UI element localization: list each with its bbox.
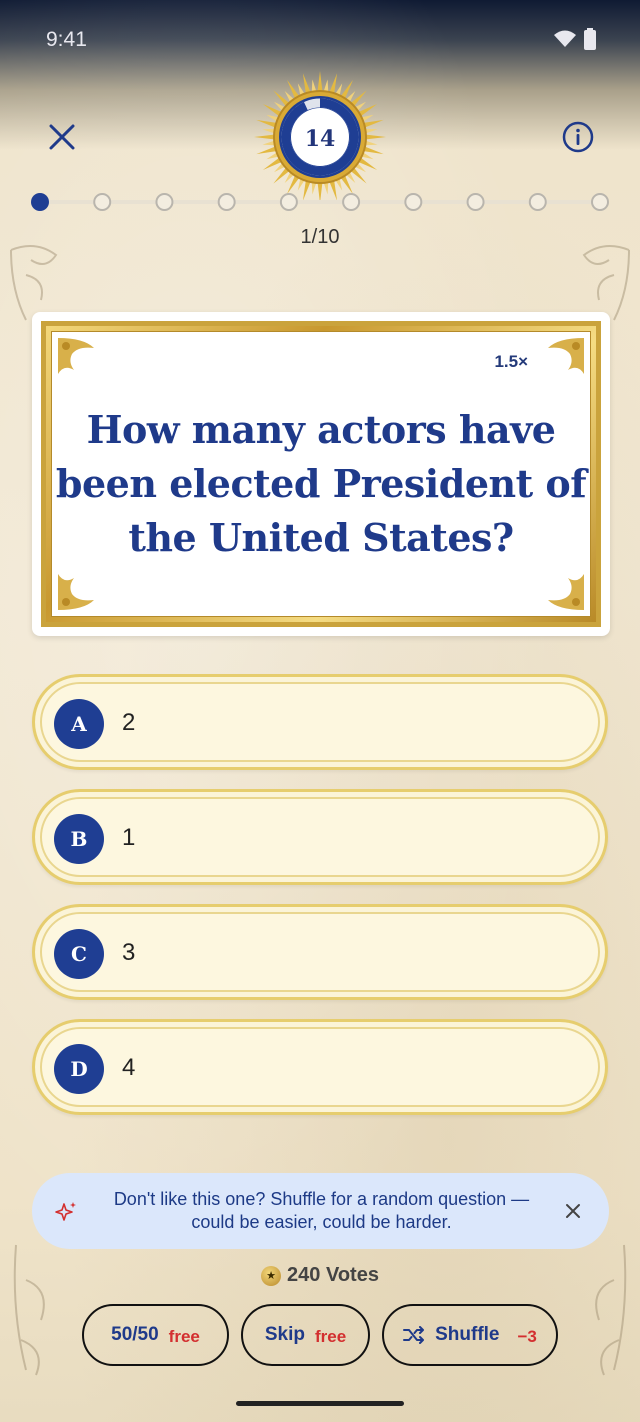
timer-value: 14 bbox=[304, 126, 336, 152]
action-label: Shuffle bbox=[435, 1324, 500, 1345]
answer-text: 2 bbox=[122, 709, 136, 736]
answer-text: 4 bbox=[122, 1054, 136, 1081]
answer-option-b[interactable]: B 1 bbox=[32, 789, 608, 885]
answer-option-a[interactable]: A 2 bbox=[32, 674, 608, 770]
battery-icon bbox=[584, 28, 596, 50]
info-icon bbox=[562, 121, 594, 153]
progress-dot bbox=[31, 193, 49, 211]
action-cost: free bbox=[314, 1327, 347, 1346]
progress-dot bbox=[404, 193, 423, 211]
action-cost: free bbox=[168, 1327, 200, 1346]
skip-button[interactable]: Skip free bbox=[241, 1304, 370, 1366]
progress-dot bbox=[279, 193, 298, 211]
votes-balance: ★ 240 Votes bbox=[0, 1264, 640, 1287]
close-button[interactable] bbox=[37, 112, 87, 162]
answer-option-d[interactable]: D 4 bbox=[32, 1019, 608, 1115]
progress-count: 1/10 bbox=[300, 226, 340, 248]
shuffle-button[interactable]: Shuffle −3 bbox=[382, 1304, 558, 1366]
answer-text: 1 bbox=[122, 824, 136, 851]
status-bar: 9:41 bbox=[0, 0, 640, 80]
question-card: 1.5× How many actors have been elected P… bbox=[32, 312, 610, 636]
info-button[interactable] bbox=[553, 112, 603, 162]
fifty-fifty-button[interactable]: 50/50 free bbox=[82, 1304, 229, 1366]
flourish-bottom-left-icon bbox=[13, 1244, 45, 1376]
close-icon[interactable] bbox=[563, 1201, 583, 1221]
question-timer: 14 bbox=[253, 70, 387, 204]
ornament-top-right-icon bbox=[548, 338, 584, 374]
progress-dot bbox=[93, 193, 112, 211]
progress-dot bbox=[155, 193, 174, 211]
status-time: 9:41 bbox=[46, 28, 87, 51]
flourish-bottom-right-icon bbox=[595, 1244, 627, 1376]
question-progress bbox=[31, 193, 609, 211]
answer-letter: D bbox=[54, 1044, 104, 1094]
votes-label: 240 Votes bbox=[287, 1264, 379, 1286]
progress-dot bbox=[528, 193, 547, 211]
progress-dot bbox=[342, 193, 361, 211]
sparkle-icon bbox=[55, 1202, 76, 1221]
answer-letter: B bbox=[54, 814, 104, 864]
answer-letter: A bbox=[54, 699, 104, 749]
action-cost: −3 bbox=[517, 1327, 537, 1346]
status-icons bbox=[554, 28, 596, 50]
close-icon bbox=[49, 124, 75, 150]
action-label: Skip bbox=[264, 1324, 305, 1345]
answer-text: 3 bbox=[122, 939, 136, 966]
shuffle-tip-banner: Don't like this one? Shuffle for a rando… bbox=[32, 1173, 609, 1249]
progress-dot bbox=[591, 193, 609, 211]
question-text: How many actors have been elected Presid… bbox=[55, 407, 587, 560]
coin-star-icon: ★ bbox=[261, 1265, 282, 1286]
score-multiplier: 1.5× bbox=[494, 352, 528, 371]
shuffle-icon bbox=[403, 1326, 425, 1344]
answer-option-c[interactable]: C 3 bbox=[32, 904, 608, 1000]
tip-text: Don't like this one? Shuffle for a rando… bbox=[113, 1189, 530, 1232]
action-label: 50/50 bbox=[111, 1324, 159, 1345]
wifi-icon bbox=[554, 30, 576, 47]
progress-dot bbox=[217, 193, 236, 211]
answer-letter: C bbox=[54, 929, 104, 979]
ornament-top-left-icon bbox=[58, 338, 94, 374]
home-indicator[interactable] bbox=[236, 1401, 404, 1406]
progress-dot bbox=[466, 193, 485, 211]
